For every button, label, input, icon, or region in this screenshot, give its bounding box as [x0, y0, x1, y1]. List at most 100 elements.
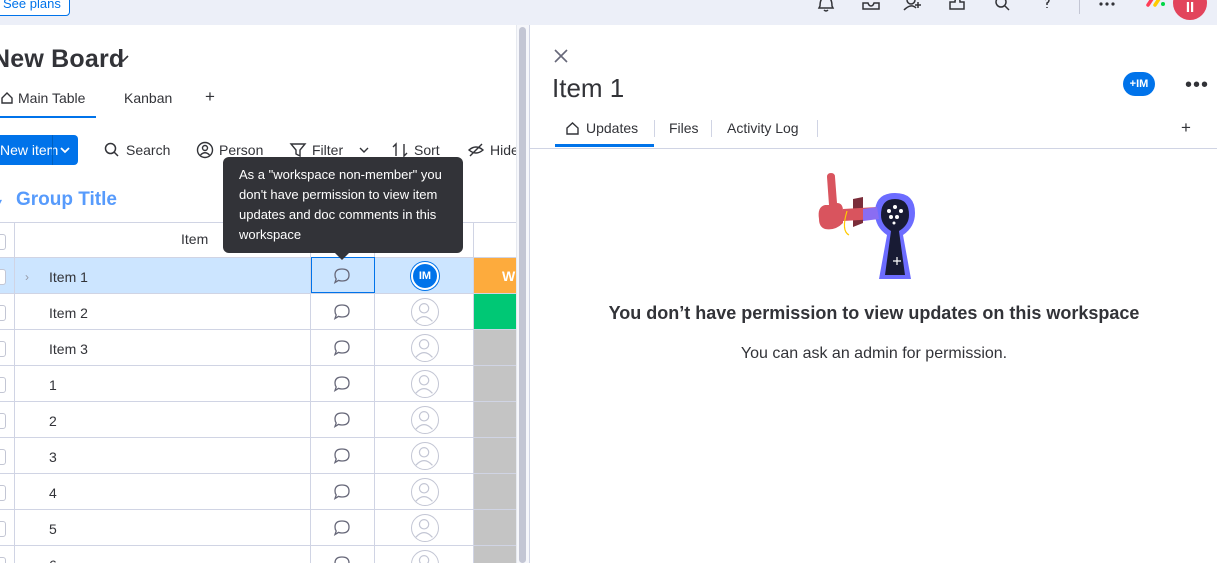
table-row[interactable]: 4: [0, 474, 516, 510]
row-checkbox-cell[interactable]: [0, 294, 15, 329]
item-name-cell[interactable]: 5: [15, 510, 311, 545]
row-checkbox-cell[interactable]: [0, 402, 15, 437]
item-name[interactable]: Item 2: [49, 305, 88, 321]
item-name-cell[interactable]: 2: [15, 402, 311, 437]
board-title[interactable]: New Board: [0, 45, 124, 74]
updates-cell[interactable]: [311, 438, 375, 473]
row-checkbox[interactable]: [0, 557, 6, 563]
chat-bubble-icon[interactable]: [332, 338, 352, 358]
row-checkbox-cell[interactable]: [0, 330, 15, 365]
empty-person-icon[interactable]: [411, 478, 439, 506]
chat-bubble-icon[interactable]: [332, 446, 352, 466]
bell-icon[interactable]: [815, 0, 837, 14]
status-cell[interactable]: [474, 366, 516, 401]
empty-person-icon[interactable]: [411, 442, 439, 470]
status-cell[interactable]: [474, 474, 516, 509]
table-row[interactable]: 2: [0, 402, 516, 438]
table-row[interactable]: 5: [0, 510, 516, 546]
person-cell[interactable]: [375, 438, 474, 473]
row-checkbox-cell[interactable]: [0, 258, 15, 293]
item-name-cell[interactable]: 6: [15, 546, 311, 563]
empty-person-icon[interactable]: [411, 298, 439, 326]
updates-cell[interactable]: [311, 294, 375, 329]
table-row[interactable]: Item 2: [0, 294, 516, 330]
item-name-cell[interactable]: › Item 1: [15, 258, 311, 293]
chevron-down-icon[interactable]: [358, 144, 370, 156]
chevron-down-icon[interactable]: [116, 52, 130, 66]
user-avatar[interactable]: II: [1173, 0, 1207, 20]
chat-bubble-icon[interactable]: [332, 482, 352, 502]
apps-icon[interactable]: [946, 0, 968, 14]
chevron-down-icon[interactable]: [58, 143, 72, 157]
status-cell[interactable]: [474, 510, 516, 545]
add-tab-button[interactable]: +: [1181, 118, 1191, 138]
tab-files[interactable]: Files: [669, 120, 699, 136]
item-name[interactable]: 3: [49, 449, 57, 465]
item-name[interactable]: 1: [49, 377, 57, 393]
row-checkbox-cell[interactable]: [0, 510, 15, 545]
chat-bubble-icon[interactable]: [332, 410, 352, 430]
row-checkbox[interactable]: [0, 413, 6, 429]
table-row[interactable]: 6: [0, 546, 516, 563]
chat-bubble-icon[interactable]: [332, 554, 352, 563]
tab-updates[interactable]: Updates: [565, 120, 638, 136]
status-cell[interactable]: [474, 438, 516, 473]
updates-cell[interactable]: [311, 474, 375, 509]
person-cell[interactable]: [375, 330, 474, 365]
item-name[interactable]: 2: [49, 413, 57, 429]
grid-icon[interactable]: [1096, 0, 1118, 14]
row-checkbox[interactable]: [0, 269, 6, 285]
expand-subitems-icon[interactable]: ›: [25, 270, 29, 284]
person-cell[interactable]: [375, 510, 474, 545]
row-checkbox[interactable]: [0, 485, 6, 501]
tab-kanban[interactable]: Kanban: [124, 90, 172, 106]
add-view-button[interactable]: +: [205, 87, 215, 107]
row-checkbox[interactable]: [0, 341, 6, 357]
empty-person-icon[interactable]: [411, 370, 439, 398]
subscribers-button[interactable]: +IM: [1123, 72, 1155, 96]
item-name-cell[interactable]: 3: [15, 438, 311, 473]
invite-icon[interactable]: [902, 0, 924, 14]
updates-cell[interactable]: [311, 510, 375, 545]
updates-cell[interactable]: [311, 366, 375, 401]
row-checkbox-cell[interactable]: [0, 438, 15, 473]
table-row[interactable]: › Item 1 IM W: [0, 258, 516, 294]
select-all-checkbox[interactable]: [0, 234, 6, 250]
person-avatar[interactable]: IM: [411, 262, 439, 290]
chat-bubble-icon[interactable]: [332, 302, 352, 322]
item-name[interactable]: Item 3: [49, 341, 88, 357]
hide-button[interactable]: Hide: [467, 141, 519, 159]
person-cell[interactable]: [375, 474, 474, 509]
item-name-cell[interactable]: 4: [15, 474, 311, 509]
empty-person-icon[interactable]: [411, 406, 439, 434]
status-cell[interactable]: [474, 330, 516, 365]
person-cell[interactable]: [375, 294, 474, 329]
row-checkbox[interactable]: [0, 449, 6, 465]
scrollbar-thumb[interactable]: [519, 27, 526, 563]
close-icon[interactable]: [552, 47, 570, 65]
table-row[interactable]: Item 3: [0, 330, 516, 366]
empty-person-icon[interactable]: [411, 334, 439, 362]
row-checkbox-cell[interactable]: [0, 546, 15, 563]
table-row[interactable]: 1: [0, 366, 516, 402]
header-checkbox-cell[interactable]: [0, 223, 15, 257]
chat-bubble-icon[interactable]: [332, 518, 352, 538]
updates-cell[interactable]: [311, 402, 375, 437]
item-name-cell[interactable]: Item 2: [15, 294, 311, 329]
row-checkbox[interactable]: [0, 377, 6, 393]
monday-logo[interactable]: [1145, 0, 1167, 14]
more-options-icon[interactable]: •••: [1185, 74, 1209, 97]
row-checkbox[interactable]: [0, 521, 6, 537]
row-checkbox[interactable]: [0, 305, 6, 321]
chat-bubble-icon[interactable]: [332, 374, 352, 394]
tab-activity-log[interactable]: Activity Log: [727, 120, 799, 136]
new-item-button[interactable]: New item: [0, 135, 78, 165]
status-cell[interactable]: W: [474, 258, 516, 293]
help-icon[interactable]: [1036, 0, 1058, 14]
empty-person-icon[interactable]: [411, 514, 439, 542]
status-cell[interactable]: [474, 546, 516, 563]
search-button[interactable]: Search: [103, 141, 170, 159]
status-cell[interactable]: [474, 294, 516, 329]
group-collapse-icon[interactable]: ▾: [0, 195, 2, 209]
updates-cell[interactable]: [311, 330, 375, 365]
